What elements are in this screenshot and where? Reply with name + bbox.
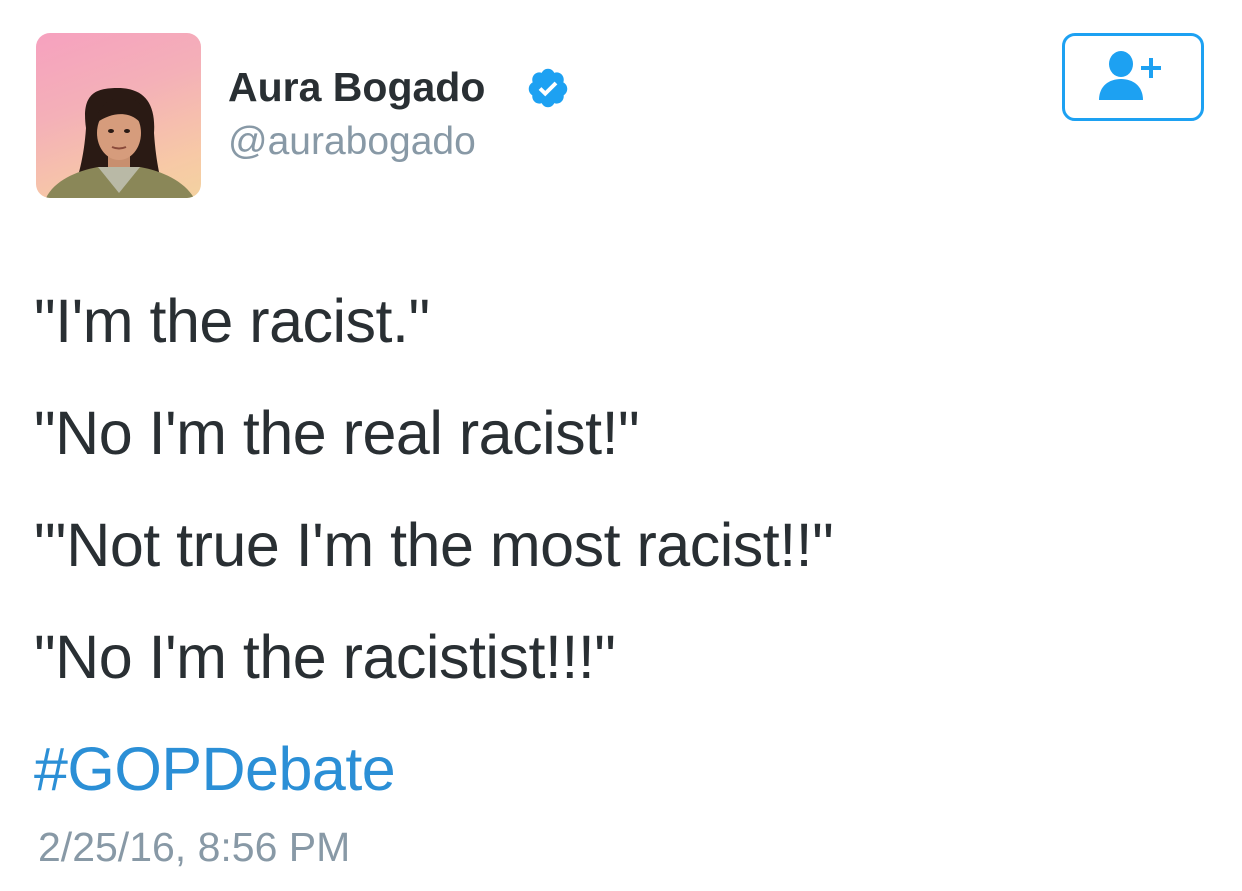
verified-badge-icon [528,68,568,108]
add-user-icon [1099,51,1161,100]
handle[interactable]: @aurabogado [228,118,476,166]
tweet-line: "No I'm the real racist!" [34,399,640,467]
avatar[interactable] [36,33,201,198]
profile-photo [46,88,194,198]
tweet-line: "'Not true I'm the most racist!!" [34,511,834,579]
tweet-line: "I'm the racist." [34,287,430,355]
follow-button[interactable] [1062,33,1204,121]
hashtag-link[interactable]: #GOPDebate [34,713,1214,825]
tweet-card: Aura Bogado @aurabogado "I'm the racist.… [0,0,1242,891]
timestamp[interactable]: 2/25/16, 8:56 PM [38,822,350,872]
tweet-line: "No I'm the racistist!!!" [34,623,616,691]
tweet-text: "I'm the racist." "No I'm the real racis… [34,265,1214,825]
display-name[interactable]: Aura Bogado [228,62,485,112]
